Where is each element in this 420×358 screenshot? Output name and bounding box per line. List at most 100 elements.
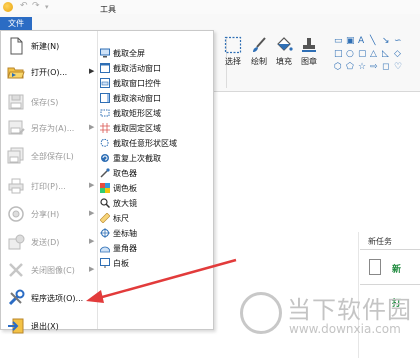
menu-item-label: 另存为(A)... <box>31 124 75 133</box>
freehand-capture-icon <box>100 138 110 148</box>
star-shape-icon[interactable]: ☆ <box>358 62 366 72</box>
task-new-link[interactable]: 新 <box>392 262 401 275</box>
rectangle-capture-icon <box>100 108 110 118</box>
shape-gallery[interactable]: ▭ ▣ A ╲ ↘ ∽ □ ○ ▢ △ ◺ ◇ ⬡ ⬠ ☆ ⇨ ◻ ♡ <box>334 36 402 76</box>
tool-label: 截取活动窗口 <box>113 64 161 73</box>
menu-item-label: 打印(P)... <box>31 182 66 191</box>
new-document-icon <box>7 37 25 55</box>
active-window-capture-icon <box>100 63 110 73</box>
repeat-capture-icon <box>100 153 110 163</box>
hexagon-shape-icon[interactable]: ⬡ <box>334 62 342 72</box>
curve-shape-icon[interactable]: ∽ <box>394 36 402 46</box>
arrow-shape-icon[interactable]: ↘ <box>382 36 390 46</box>
heart-shape-icon[interactable]: ♡ <box>394 62 402 72</box>
magnifier-icon <box>100 198 111 209</box>
tool-label: 坐标轴 <box>113 229 137 238</box>
fixed-region-capture-icon <box>100 123 110 133</box>
stamp-button[interactable]: 图章 <box>298 36 320 67</box>
save-all-icon <box>7 147 25 165</box>
tool-label: 白板 <box>113 259 129 268</box>
window-control-capture-icon <box>100 78 110 88</box>
tool-item[interactable]: 重复上次截取 <box>100 152 212 165</box>
pentagon-shape-icon[interactable]: ⬠ <box>346 62 354 72</box>
tool-item[interactable]: 放大镜 <box>100 197 212 210</box>
save-as-icon <box>7 119 25 137</box>
task-pane-divider <box>360 249 420 250</box>
quick-access-dropdown-icon[interactable]: ▾ <box>45 3 49 11</box>
tool-item[interactable]: 标尺 <box>99 212 212 225</box>
ruler-icon <box>99 212 111 224</box>
whiteboard-icon <box>100 258 110 268</box>
print-icon <box>7 177 25 195</box>
exit-icon <box>7 317 25 335</box>
open-folder-icon <box>7 63 25 81</box>
stamp-icon <box>300 36 318 54</box>
submenu-arrow-icon: ▶ <box>89 123 95 131</box>
right-triangle-shape-icon[interactable]: ◺ <box>382 49 389 59</box>
task-pane-title: 新任务 <box>368 237 392 246</box>
menu-item-exit[interactable]: 退出(X) <box>1 313 97 339</box>
ellipse-shape-icon[interactable]: ○ <box>346 49 354 59</box>
menu-item-label: 关闭图像(C) <box>31 266 75 275</box>
tool-item[interactable]: 取色器 <box>100 167 212 180</box>
tool-item[interactable]: 截取活动窗口 <box>100 62 212 75</box>
submenu-arrow-icon: ▶ <box>89 237 95 245</box>
select-label: 选择 <box>225 57 241 66</box>
menu-item-open[interactable]: 打开(O)... ▶ <box>1 59 97 85</box>
line-shape-icon[interactable]: ╲ <box>370 36 375 46</box>
tool-item[interactable]: 截取全屏 <box>100 47 212 60</box>
tool-label: 放大镜 <box>113 199 137 208</box>
redo-icon[interactable]: ↷ <box>32 1 40 11</box>
tool-label: 截取矩形区域 <box>113 109 161 118</box>
tool-label: 截取滚动窗口 <box>113 94 161 103</box>
fill-button[interactable]: 填充 <box>273 36 295 67</box>
image-shape-icon[interactable]: ▣ <box>346 36 355 46</box>
draw-label: 绘制 <box>251 57 267 66</box>
tool-item[interactable]: 白板 <box>100 257 212 270</box>
tool-item[interactable]: 截取矩形区域 <box>100 107 212 120</box>
text-shape-icon[interactable]: A <box>358 36 364 46</box>
submenu-arrow-icon: ▶ <box>89 209 95 217</box>
menu-item-label: 发送(D) <box>31 238 60 247</box>
rectangle-shape-icon[interactable]: ▭ <box>334 36 343 46</box>
tool-label: 截取固定区域 <box>113 124 161 133</box>
draw-button[interactable]: 绘制 <box>248 36 270 67</box>
triangle-shape-icon[interactable]: △ <box>370 49 377 59</box>
file-menu-tools-panel <box>97 31 213 329</box>
tool-label: 截取全屏 <box>113 49 145 58</box>
tool-item[interactable]: 调色板 <box>100 182 212 195</box>
tool-item[interactable]: 截取固定区域 <box>100 122 212 135</box>
palette-icon <box>100 183 110 193</box>
send-icon <box>7 233 25 251</box>
tool-item[interactable]: 量角器 <box>99 242 212 255</box>
menu-item-save: 保存(S) <box>1 89 97 115</box>
tool-item[interactable]: 截取任意形状区域 <box>100 137 212 150</box>
callout-shape-icon[interactable]: ◻ <box>382 62 389 72</box>
menu-item-label: 程序选项(O)... <box>31 294 84 303</box>
rounded-rect-shape-icon[interactable]: ▢ <box>358 49 367 59</box>
file-tab[interactable]: 文件 <box>0 17 32 30</box>
menu-item-program-options[interactable]: 程序选项(O)... <box>1 285 97 311</box>
tool-label: 标尺 <box>113 214 129 223</box>
right-arrow-shape-icon[interactable]: ⇨ <box>370 62 378 72</box>
menu-item-share: 分享(H) ▶ <box>1 201 97 227</box>
tool-label: 重复上次截取 <box>113 154 161 163</box>
select-button[interactable]: 选择 <box>222 36 244 67</box>
task-pane-divider-2 <box>360 284 420 285</box>
fullscreen-capture-icon <box>100 48 110 58</box>
menu-item-send: 发送(D) ▶ <box>1 229 97 255</box>
stamp-label: 图章 <box>301 57 317 66</box>
select-icon <box>224 36 242 54</box>
square-shape-icon[interactable]: □ <box>334 49 343 59</box>
menu-item-new[interactable]: 新建(N) <box>1 33 97 59</box>
brush-icon <box>250 36 268 54</box>
new-document-icon[interactable] <box>369 259 381 275</box>
diamond-shape-icon[interactable]: ◇ <box>394 49 401 59</box>
undo-icon[interactable]: ↶ <box>20 1 28 11</box>
tool-item[interactable]: 截取窗口控件 <box>100 77 212 90</box>
submenu-arrow-icon: ▶ <box>89 67 95 75</box>
tool-item[interactable]: 坐标轴 <box>100 227 212 240</box>
tools-icon <box>7 289 25 307</box>
submenu-arrow-icon: ▶ <box>89 265 95 273</box>
tool-item[interactable]: 截取滚动窗口 <box>100 92 212 105</box>
